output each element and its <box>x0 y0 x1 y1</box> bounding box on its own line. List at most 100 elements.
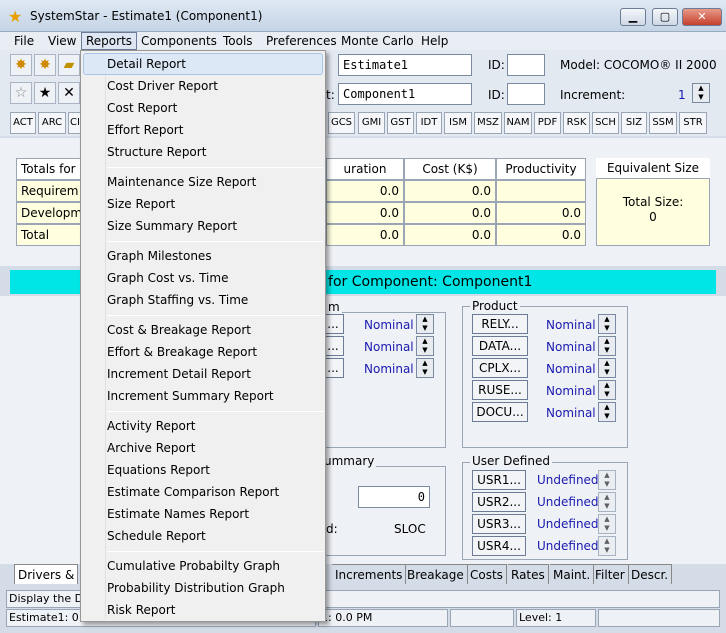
new-component-button[interactable]: ✸ <box>34 54 56 76</box>
usr1-button[interactable]: USR1... <box>472 470 526 490</box>
status-extra <box>598 609 720 627</box>
menu-maintenance-size-report[interactable]: Maintenance Size Report <box>107 171 256 193</box>
menu-graph-staffing-vs-time[interactable]: Graph Staffing vs. Time <box>107 289 248 311</box>
tab-maint[interactable]: Maint. <box>550 564 595 584</box>
duration-header: uration (Mo) <box>326 158 404 196</box>
menu-effort-breakage-report[interactable]: Effort & Breakage Report <box>107 341 257 363</box>
menu-graph-cost-vs-time[interactable]: Graph Cost vs. Time <box>107 267 228 289</box>
tab-siz[interactable]: SIZ <box>621 112 647 134</box>
menu-increment-detail-report[interactable]: Increment Detail Report <box>107 363 251 385</box>
menu-increment-summary-report[interactable]: Increment Summary Report <box>107 385 274 407</box>
estimate-id-field[interactable] <box>507 54 545 76</box>
star-pin-icon: ★ <box>38 85 52 101</box>
tab-msz[interactable]: MSZ <box>474 112 502 134</box>
menu-risk-report[interactable]: Risk Report <box>107 599 175 621</box>
menu-detail-report[interactable]: Detail Report <box>107 53 186 75</box>
menu-tools[interactable]: Tools <box>219 32 257 50</box>
tab-drivers[interactable]: Drivers & <box>14 564 79 584</box>
rely-button[interactable]: RELY... <box>472 314 528 334</box>
menu-equations-report[interactable]: Equations Report <box>107 459 210 481</box>
menu-help[interactable]: Help <box>417 32 452 50</box>
rely-spinner[interactable]: ▲ ▼ <box>598 314 616 334</box>
menu-view[interactable]: View <box>44 32 80 50</box>
data-button[interactable]: DATA... <box>472 336 528 356</box>
menu-cumulative-probability-graph[interactable]: Cumulative Probabilty Graph <box>107 555 280 577</box>
tab-sch[interactable]: SCH <box>592 112 619 134</box>
usr4-button[interactable]: USR4... <box>472 536 526 556</box>
usr3-button[interactable]: USR3... <box>472 514 526 534</box>
usr2-spinner[interactable]: ▲ ▼ <box>598 492 616 512</box>
ruse-spinner[interactable]: ▲ ▼ <box>598 380 616 400</box>
tab-descr[interactable]: Descr. <box>628 564 673 584</box>
menu-cost-breakage-report[interactable]: Cost & Breakage Report <box>107 319 251 341</box>
menu-file[interactable]: File <box>10 32 38 50</box>
size-summary-field[interactable]: 0 <box>358 486 430 508</box>
menu-cost-driver-report[interactable]: Cost Driver Report <box>107 75 218 97</box>
usr2-button[interactable]: USR2... <box>472 492 526 512</box>
menu-estimate-names-report[interactable]: Estimate Names Report <box>107 503 249 525</box>
tab-nam[interactable]: NAM <box>504 112 532 134</box>
tab-gmi[interactable]: GMI <box>358 112 385 134</box>
maximize-button[interactable]: ▢ <box>652 8 678 26</box>
menu-probability-distribution-graph[interactable]: Probability Distribution Graph <box>107 577 285 599</box>
new-estimate-button[interactable]: ✸ <box>10 54 32 76</box>
menu-activity-report[interactable]: Activity Report <box>107 415 195 437</box>
cplx-spinner[interactable]: ▲ ▼ <box>598 358 616 378</box>
app-star-icon: ★ <box>8 7 23 26</box>
tab-idt[interactable]: IDT <box>416 112 442 134</box>
delete-button[interactable]: ✕ <box>58 82 80 104</box>
menu-graph-milestones[interactable]: Graph Milestones <box>107 245 212 267</box>
tab-pdf[interactable]: PDF <box>534 112 561 134</box>
tab-str[interactable]: STR <box>679 112 707 134</box>
tab-act[interactable]: ACT <box>10 112 36 134</box>
tab-filter[interactable]: Filter <box>592 564 629 584</box>
platform-driver-spinner[interactable]: ▲ ▼ <box>416 358 434 378</box>
star-button[interactable]: ☆ <box>10 82 32 104</box>
open-button[interactable]: ▰ <box>58 54 80 76</box>
platform-driver-spinner[interactable]: ▲ ▼ <box>416 336 434 356</box>
tab-rates[interactable]: Rates <box>508 564 549 584</box>
tab-increments[interactable]: Increments <box>332 564 407 584</box>
tab-costs[interactable]: Costs <box>467 564 507 584</box>
menu-reports[interactable]: Reports <box>81 32 138 50</box>
minimize-button[interactable]: ▁ <box>620 8 646 26</box>
menu-cost-report[interactable]: Cost Report <box>107 97 177 119</box>
estimate-name-field[interactable]: Estimate1 <box>338 54 472 76</box>
model-label: Model: COCOMO® II 2000 <box>560 58 717 72</box>
docu-button[interactable]: DOCU... <box>472 402 528 422</box>
usr1-spinner[interactable]: ▲ ▼ <box>598 470 616 490</box>
data-spinner[interactable]: ▲ ▼ <box>598 336 616 356</box>
menu-schedule-report[interactable]: Schedule Report <box>107 525 206 547</box>
close-icon: ✕ <box>697 10 707 23</box>
component-id-field[interactable] <box>507 83 545 105</box>
tab-gst[interactable]: GST <box>387 112 414 134</box>
cplx-button[interactable]: CPLX... <box>472 358 528 378</box>
tab-breakage[interactable]: Breakage <box>404 564 468 584</box>
tab-gcs[interactable]: GCS <box>328 112 355 134</box>
menu-structure-report[interactable]: Structure Report <box>107 141 206 163</box>
minimize-icon: ▁ <box>628 10 638 23</box>
menu-size-report[interactable]: Size Report <box>107 193 175 215</box>
platform-driver-spinner[interactable]: ▲ ▼ <box>416 314 434 334</box>
tab-arc[interactable]: ARC <box>38 112 66 134</box>
component-name-field[interactable]: Component1 <box>338 83 472 105</box>
usr3-spinner[interactable]: ▲ ▼ <box>598 514 616 534</box>
ruse-button[interactable]: RUSE... <box>472 380 528 400</box>
tab-ism[interactable]: ISM <box>444 112 472 134</box>
menu-separator <box>107 241 323 242</box>
menu-size-summary-report[interactable]: Size Summary Report <box>107 215 237 237</box>
menu-archive-report[interactable]: Archive Report <box>107 437 196 459</box>
menu-components[interactable]: Components <box>137 32 221 50</box>
menu-monte-carlo[interactable]: Monte Carlo <box>337 32 418 50</box>
usr4-spinner[interactable]: ▲ ▼ <box>598 536 616 556</box>
close-button[interactable]: ✕ <box>682 8 722 26</box>
menu-effort-report[interactable]: Effort Report <box>107 119 183 141</box>
docu-spinner[interactable]: ▲ ▼ <box>598 402 616 422</box>
tab-ssm[interactable]: SSM <box>649 112 677 134</box>
menu-estimate-comparison-report[interactable]: Estimate Comparison Report <box>107 481 279 503</box>
star-pin-button[interactable]: ★ <box>34 82 56 104</box>
menu-preferences[interactable]: Preferences <box>262 32 341 50</box>
increment-spinner[interactable]: ▲ ▼ <box>692 83 710 103</box>
productivity-header: Productivity <box>496 158 586 180</box>
tab-rsk[interactable]: RSK <box>563 112 590 134</box>
